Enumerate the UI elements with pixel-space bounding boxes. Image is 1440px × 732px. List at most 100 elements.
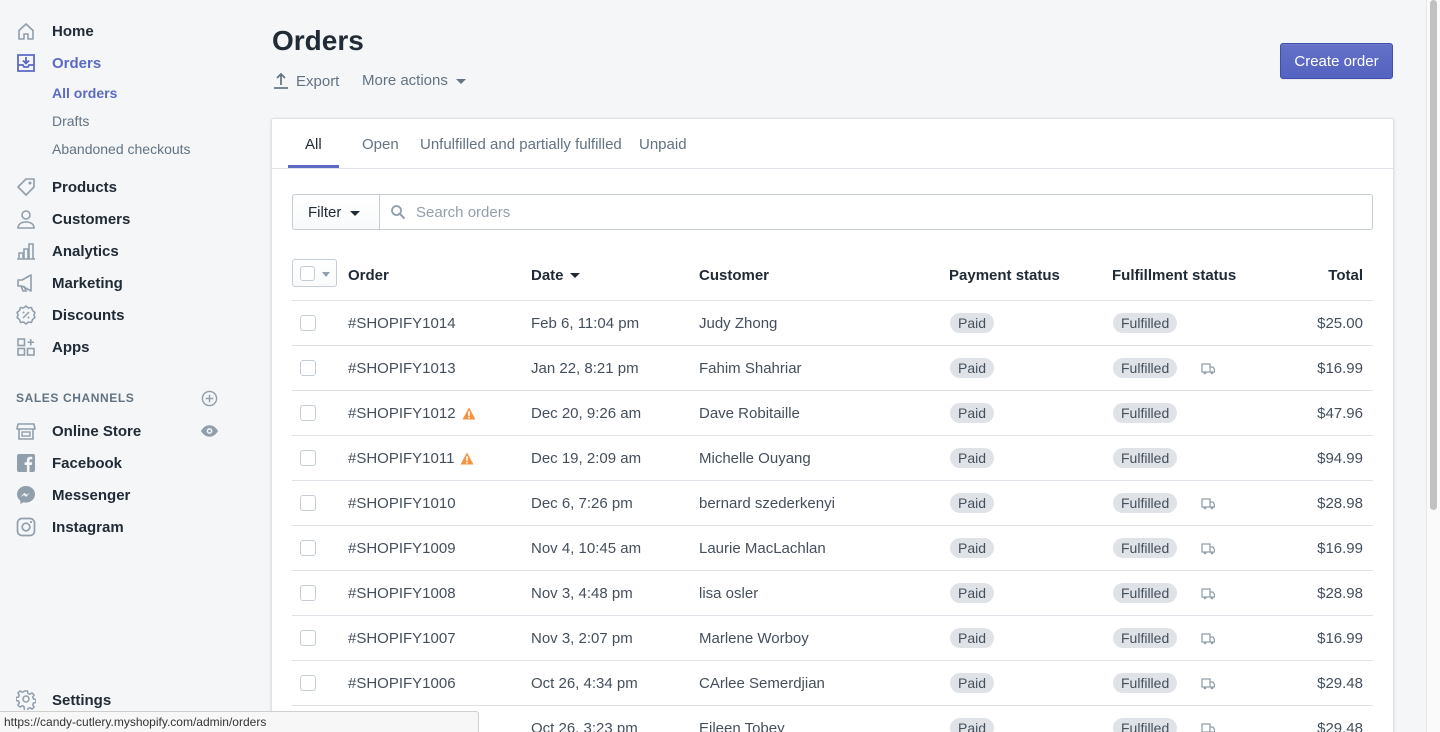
tabs: All Open Unfulfilled and partially fulfi… xyxy=(272,119,1393,169)
customer-name: Marlene Worboy xyxy=(699,629,809,647)
search-input[interactable]: Search orders xyxy=(380,194,1373,230)
payment-status-badge: Paid xyxy=(950,628,995,648)
home-icon xyxy=(16,21,36,41)
row-checkbox[interactable] xyxy=(300,495,316,511)
row-checkbox[interactable] xyxy=(300,540,316,556)
more-actions-label: More actions xyxy=(362,72,448,89)
row-checkbox[interactable] xyxy=(300,405,316,421)
nav-facebook[interactable]: Facebook xyxy=(0,447,240,479)
customer-name: bernard szederkenyi xyxy=(699,494,835,512)
eye-icon[interactable] xyxy=(200,423,219,439)
row-checkbox[interactable] xyxy=(300,315,316,331)
nav-analytics[interactable]: Analytics xyxy=(0,235,240,267)
nav-all-orders[interactable]: All orders xyxy=(52,85,117,101)
order-number: #SHOPIFY1014 xyxy=(348,314,456,332)
nav-home[interactable]: Home xyxy=(0,15,240,47)
nav-customers-label: Customers xyxy=(52,210,131,228)
sort-descending-icon xyxy=(569,272,580,278)
table-row[interactable]: #SHOPIFY1011 Dec 19, 2:09 am Michelle Ouya… xyxy=(292,436,1373,481)
order-number-cell[interactable]: #SHOPIFY1009 xyxy=(348,526,456,570)
order-number-cell[interactable]: #SHOPIFY1008 xyxy=(348,571,456,615)
table-row[interactable]: #SHOPIFY1009 Nov 4, 10:45 am Laurie MacLac… xyxy=(292,526,1373,571)
payment-status-cell: Paid xyxy=(950,706,995,732)
fulfillment-status-cell: Fulfilled xyxy=(1113,706,1178,732)
nav-customers[interactable]: Customers xyxy=(0,203,240,235)
table-row[interactable]: #SHOPIFY1006 Oct 26, 4:34 pm CArlee Semerd… xyxy=(292,661,1373,706)
column-total[interactable]: Total xyxy=(1328,255,1363,295)
row-checkbox[interactable] xyxy=(300,585,316,601)
fulfillment-status-badge: Fulfilled xyxy=(1113,673,1178,693)
nav-abandoned-checkouts[interactable]: Abandoned checkouts xyxy=(52,141,191,157)
nav-drafts[interactable]: Drafts xyxy=(52,113,89,129)
order-date: Nov 3, 2:07 pm xyxy=(531,629,633,647)
column-payment-status[interactable]: Payment status xyxy=(949,255,1060,295)
filter-button[interactable]: Filter xyxy=(292,194,380,230)
order-total: $94.99 xyxy=(1317,449,1363,467)
add-channel-icon[interactable] xyxy=(201,390,218,407)
order-number-cell[interactable]: #SHOPIFY1014 xyxy=(348,301,456,345)
payment-status-badge: Paid xyxy=(950,313,995,333)
row-checkbox[interactable] xyxy=(300,630,316,646)
row-checkbox[interactable] xyxy=(300,450,316,466)
table-row[interactable]: #SHOPIFY1010 Dec 6, 7:26 pm bernard szeder… xyxy=(292,481,1373,526)
nav-instagram[interactable]: Instagram xyxy=(0,511,240,543)
table-row[interactable]: #SHOPIFY1007 Nov 3, 2:07 pm Marlene Worboy… xyxy=(292,616,1373,661)
tab-open[interactable]: Open xyxy=(362,119,399,169)
order-number-cell[interactable]: #SHOPIFY1011 xyxy=(348,436,474,480)
nav-products[interactable]: Products xyxy=(0,171,240,203)
bar-chart-icon xyxy=(16,241,36,261)
sales-channels-heading: SALES CHANNELS xyxy=(16,391,135,405)
shipping-icon xyxy=(1201,723,1215,732)
filter-bar: Filter Search orders xyxy=(292,194,1373,230)
payment-status-cell: Paid xyxy=(950,616,995,660)
payment-status-cell: Paid xyxy=(950,571,995,615)
fulfillment-status-cell: Fulfilled xyxy=(1113,526,1178,570)
table-row[interactable]: #SHOPIFY1013 Jan 22, 8:21 pm Fahim Shahria… xyxy=(292,346,1373,391)
order-number-cell[interactable]: #SHOPIFY1007 xyxy=(348,616,456,660)
order-total: $16.99 xyxy=(1317,359,1363,377)
fulfillment-status-badge: Fulfilled xyxy=(1113,403,1178,423)
tab-all[interactable]: All xyxy=(305,119,322,169)
order-date: Dec 19, 2:09 am xyxy=(531,449,642,467)
column-order[interactable]: Order xyxy=(348,255,389,295)
nav-discounts[interactable]: Discounts xyxy=(0,299,240,331)
payment-status-cell: Paid xyxy=(950,526,995,570)
nav-marketing[interactable]: Marketing xyxy=(0,267,240,299)
order-number-cell[interactable]: #SHOPIFY1006 xyxy=(348,661,456,705)
status-bar-url: https://candy-cutlery.myshopify.com/admi… xyxy=(0,711,479,732)
scrollbar[interactable] xyxy=(1426,0,1440,732)
order-date: Dec 6, 7:26 pm xyxy=(531,494,633,512)
nav-orders[interactable]: Orders xyxy=(0,47,240,79)
column-fulfillment-status[interactable]: Fulfillment status xyxy=(1112,255,1236,295)
checkbox xyxy=(300,266,315,281)
create-order-button[interactable]: Create order xyxy=(1280,43,1393,79)
bulk-select-checkbox[interactable] xyxy=(292,259,337,287)
order-number-cell[interactable]: #SHOPIFY1012 xyxy=(348,391,476,435)
tab-unfulfilled[interactable]: Unfulfilled and partially fulfilled xyxy=(420,119,622,169)
active-tab-indicator xyxy=(288,165,339,168)
payment-status-badge: Paid xyxy=(950,718,995,732)
payment-status-badge: Paid xyxy=(950,403,995,423)
row-checkbox[interactable] xyxy=(300,360,316,376)
table-row[interactable]: #SHOPIFY1014 Feb 6, 11:04 pm Judy Zhong Pai… xyxy=(292,301,1373,346)
column-date[interactable]: Date xyxy=(531,255,580,295)
column-customer[interactable]: Customer xyxy=(699,255,769,295)
payment-status-badge: Paid xyxy=(950,538,995,558)
row-checkbox[interactable] xyxy=(300,675,316,691)
order-number-cell[interactable]: #SHOPIFY1010 xyxy=(348,481,456,525)
fulfillment-status-badge: Fulfilled xyxy=(1113,448,1178,468)
payment-status-cell: Paid xyxy=(950,346,995,390)
order-number: #SHOPIFY1009 xyxy=(348,539,456,557)
order-number-cell[interactable]: #SHOPIFY1013 xyxy=(348,346,456,390)
table-row[interactable]: #SHOPIFY1008 Nov 3, 4:48 pm lisa osler Paid… xyxy=(292,571,1373,616)
scrollbar-thumb[interactable] xyxy=(1430,0,1437,510)
nav-messenger[interactable]: Messenger xyxy=(0,479,240,511)
more-actions-button[interactable]: More actions xyxy=(362,72,466,89)
order-date: Jan 22, 8:21 pm xyxy=(531,359,639,377)
export-button[interactable]: Export xyxy=(272,72,339,90)
nav-apps[interactable]: Apps xyxy=(0,331,240,363)
search-icon xyxy=(391,205,406,220)
tab-unpaid[interactable]: Unpaid xyxy=(639,119,687,169)
table-row[interactable]: #SHOPIFY1012 Dec 20, 9:26 am Dave Robitail… xyxy=(292,391,1373,436)
order-number: #SHOPIFY1008 xyxy=(348,584,456,602)
